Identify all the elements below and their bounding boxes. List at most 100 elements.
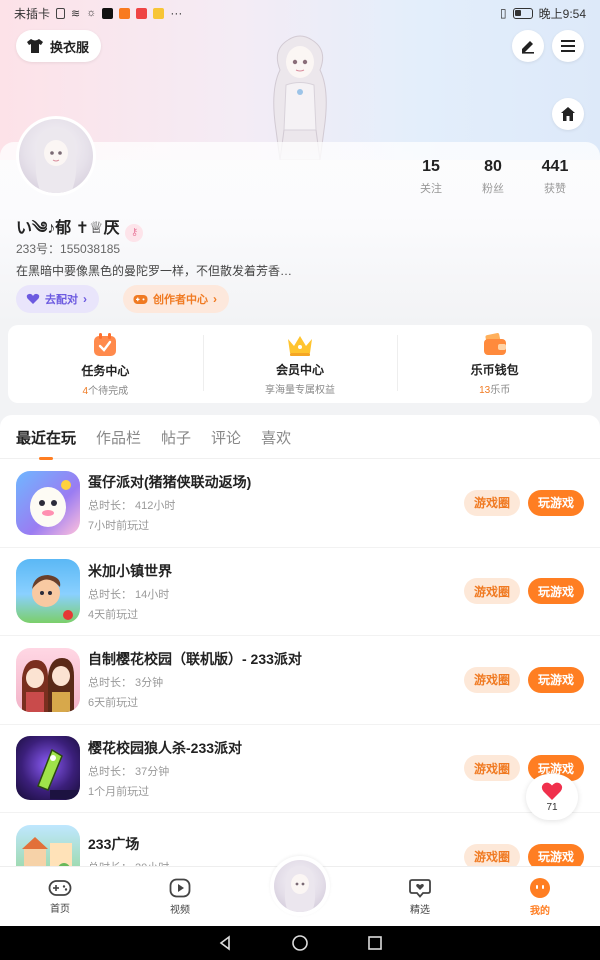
sim-icon xyxy=(56,7,66,19)
game-duration: 总时长： 3分钟 xyxy=(88,677,164,690)
user-avatar[interactable] xyxy=(16,116,96,196)
gamepad-icon xyxy=(48,879,72,896)
profile-stats: 15 关注 80 粉丝 441 获赞 xyxy=(400,158,586,196)
game-last-played: 4天前玩过 xyxy=(88,608,139,621)
stat-following[interactable]: 15 关注 xyxy=(400,158,462,196)
tab-posts[interactable]: 帖子 xyxy=(161,427,191,458)
game-icon-miga-town[interactable] xyxy=(16,559,80,624)
stat-likes-num: 441 xyxy=(541,158,569,175)
key-badge-icon[interactable]: ⚷ xyxy=(125,223,144,242)
vip-sub-text: 享海量专属权益 xyxy=(265,384,335,396)
stat-likes[interactable]: 441 获赞 xyxy=(524,158,586,196)
avatar-portrait xyxy=(35,129,77,193)
task-center-title: 任务中心 xyxy=(81,363,130,378)
chevron-right-icon: › xyxy=(83,292,87,306)
tab-recently-played[interactable]: 最近在玩 xyxy=(16,427,76,460)
home-icon xyxy=(561,107,575,121)
game-last-played: 7小时前玩过 xyxy=(88,520,150,533)
floating-like-button[interactable]: 71 xyxy=(526,774,578,820)
nav-center-avatar[interactable] xyxy=(270,856,330,916)
app-red-icon xyxy=(136,7,148,19)
game-name: 米加小镇世界 xyxy=(88,562,172,579)
tiktok-icon xyxy=(102,7,114,19)
play-game-button[interactable]: 玩游戏 xyxy=(528,489,584,516)
vibrate-icon: ▯ xyxy=(500,6,507,20)
brightness-icon: ☼ xyxy=(86,7,97,19)
app-orange-icon xyxy=(119,7,131,19)
play-game-button[interactable]: 玩游戏 xyxy=(528,578,584,605)
nav-mine[interactable]: 我的 xyxy=(480,867,600,926)
game-name: 233广场 xyxy=(88,836,140,853)
profile-face-icon xyxy=(530,877,550,898)
wallet-sub: 13乐币 xyxy=(479,381,510,396)
home-decor-button[interactable] xyxy=(552,98,584,130)
wallet-title: 乐币钱包 xyxy=(470,362,519,377)
task-center-card[interactable]: 任务中心 4个待完成 xyxy=(8,325,203,403)
stat-likes-label: 获赞 xyxy=(544,183,566,195)
tab-works[interactable]: 作品栏 xyxy=(96,427,141,458)
stat-fans-label: 粉丝 xyxy=(482,183,504,195)
coin-count: 13 xyxy=(479,384,491,396)
like-count: 71 xyxy=(546,802,558,813)
game-icon-sakura-werewolf[interactable] xyxy=(16,736,80,801)
wallet-card[interactable]: 乐币钱包 13乐币 xyxy=(397,325,592,403)
game-circle-button[interactable]: 游戏圈 xyxy=(464,489,520,516)
wifi-icon: ≋ xyxy=(71,7,81,20)
game-last-played: 6天前玩过 xyxy=(88,697,139,710)
play-game-button[interactable]: 玩游戏 xyxy=(528,666,584,693)
game-icon-eggy-party[interactable] xyxy=(16,470,80,535)
wallet-icon xyxy=(483,332,506,355)
menu-button[interactable] xyxy=(552,30,584,62)
game-row[interactable]: 米加小镇世界 总时长： 14小时 4天前玩过 游戏圈 玩游戏 xyxy=(0,548,600,636)
game-row[interactable]: 蛋仔派对(猪猪侠联动返场) 总时长： 412小时 7小时前玩过 游戏圈 玩游戏 xyxy=(0,459,600,548)
user-bio[interactable]: 在黑暗中要像黑色的曼陀罗一样，不但散发着芳香… xyxy=(16,262,292,279)
stat-following-num: 15 xyxy=(422,158,440,175)
recents-icon[interactable] xyxy=(367,935,383,951)
vip-center-title: 会员中心 xyxy=(276,362,325,377)
game-row[interactable]: 樱花校园狼人杀-233派对 总时长： 37分钟 1个月前玩过 游戏圈 玩游戏 xyxy=(0,725,600,813)
crown-icon xyxy=(288,335,312,356)
game-circle-button[interactable]: 游戏圈 xyxy=(464,666,520,693)
task-center-sub: 4个待完成 xyxy=(83,382,129,397)
character-figure[interactable] xyxy=(250,30,350,160)
stat-following-label: 关注 xyxy=(420,183,442,195)
edit-pen-icon xyxy=(522,41,534,54)
battery-icon xyxy=(512,7,533,19)
task-sub-text: 个待完成 xyxy=(88,385,129,397)
game-duration: 总时长： 37分钟 xyxy=(88,765,170,778)
game-circle-button[interactable]: 游戏圈 xyxy=(464,755,520,782)
system-nav-bar xyxy=(0,926,600,960)
chevron-right-icon: › xyxy=(213,292,217,306)
stat-fans[interactable]: 80 粉丝 xyxy=(462,158,524,196)
home-circle-icon[interactable] xyxy=(291,934,309,952)
edit-button[interactable] xyxy=(512,30,544,62)
center-avatar-portrait xyxy=(284,866,316,912)
status-bar: 未插卡 ≋ ☼ ··· ▯ 晚上9:54 xyxy=(0,0,600,26)
nav-home[interactable]: 首页 xyxy=(0,867,120,926)
clock: 晚上9:54 xyxy=(538,6,586,21)
game-row[interactable]: 自制樱花校园（联机版）- 233派对 总时长： 3分钟 6天前玩过 游戏圈 玩游… xyxy=(0,636,600,725)
nav-video[interactable]: 视频 xyxy=(120,867,240,926)
nav-featured[interactable]: 精选 xyxy=(360,867,480,926)
heart-chat-icon xyxy=(409,878,431,898)
match-button[interactable]: 去配对 › xyxy=(16,285,99,313)
game-circle-button[interactable]: 游戏圈 xyxy=(464,578,520,605)
change-outfit-label: 换衣服 xyxy=(50,39,90,55)
creator-center-button[interactable]: 创作者中心 › xyxy=(123,285,229,313)
game-duration: 总时长： 14小时 xyxy=(88,588,170,601)
nav-video-label: 视频 xyxy=(170,904,190,916)
creator-center-label: 创作者中心 xyxy=(153,294,208,306)
game-info: 樱花校园狼人杀-233派对 总时长： 37分钟 1个月前玩过 xyxy=(88,738,464,799)
game-info: 蛋仔派对(猪猪侠联动返场) 总时长： 412小时 7小时前玩过 xyxy=(88,472,464,533)
tab-comments[interactable]: 评论 xyxy=(211,427,241,458)
back-icon[interactable] xyxy=(217,935,233,951)
game-icon-sakura-school[interactable] xyxy=(16,647,80,712)
change-outfit-button[interactable]: 换衣服 xyxy=(16,30,102,62)
vip-center-card[interactable]: 会员中心 享海量专属权益 xyxy=(202,325,398,403)
hamburger-menu-icon xyxy=(561,40,575,52)
sim-status: 未插卡 xyxy=(14,6,51,21)
game-duration: 总时长： 412小时 xyxy=(88,500,176,513)
heart-icon xyxy=(541,782,563,800)
tab-likes[interactable]: 喜欢 xyxy=(261,427,291,458)
match-label: 去配对 xyxy=(45,294,78,306)
